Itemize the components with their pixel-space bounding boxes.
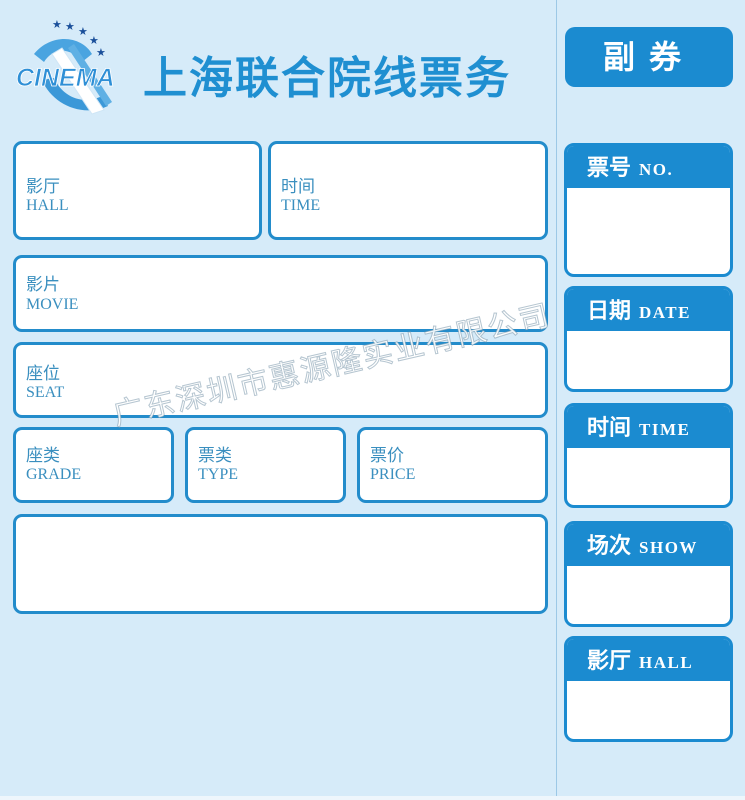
- stub-field-header: 日期 DATE: [567, 289, 730, 331]
- field-type-label-en: TYPE: [198, 466, 238, 483]
- field-hall[interactable]: 影厅 HALL: [13, 141, 262, 240]
- stub-field-time[interactable]: 时间 TIME: [564, 403, 733, 508]
- field-seat[interactable]: 座位 SEAT: [13, 342, 548, 418]
- field-seat-label-en: SEAT: [26, 384, 65, 401]
- bottom-edge: [0, 796, 745, 800]
- stub-field-show[interactable]: 场次 SHOW: [564, 521, 733, 627]
- field-type-label-zh: 票类: [198, 446, 232, 466]
- film-reel-icon: ★ ★ ★ ★ ★ CINEMA: [16, 18, 115, 115]
- logo-text: CINEMA: [16, 64, 115, 92]
- field-price[interactable]: 票价 PRICE: [357, 427, 548, 503]
- stub-label-en: SHOW: [639, 538, 698, 557]
- perforation-divider: [556, 0, 557, 800]
- stub-label-zh: 场次: [587, 533, 632, 559]
- field-movie[interactable]: 影片 MOVIE: [13, 255, 548, 332]
- star-icon: ★: [65, 20, 75, 33]
- stub-field-header: 时间 TIME: [567, 406, 730, 448]
- stub-label-en: HALL: [639, 653, 694, 672]
- star-icon: ★: [78, 25, 88, 38]
- field-movie-label-en: MOVIE: [26, 296, 79, 313]
- stub-label-zh: 时间: [587, 415, 632, 441]
- field-time-label-zh: 时间: [281, 177, 315, 197]
- field-hall-label-zh: 影厅: [26, 177, 60, 197]
- field-movie-label-zh: 影片: [26, 275, 60, 295]
- stub-label-en: TIME: [639, 420, 691, 439]
- stub-label-en: NO.: [639, 160, 674, 179]
- field-grade-label-zh: 座类: [26, 446, 60, 466]
- stub-field-no[interactable]: 票号 NO.: [564, 143, 733, 277]
- field-type[interactable]: 票类 TYPE: [185, 427, 346, 503]
- company-title: 上海联合院线票务: [143, 53, 511, 104]
- stub-label-zh: 日期: [587, 298, 632, 324]
- stub-label-zh: 票号: [587, 155, 632, 181]
- field-price-label-en: PRICE: [370, 466, 416, 483]
- field-time[interactable]: 时间 TIME: [268, 141, 548, 240]
- stub-field-header: 影厅 HALL: [567, 639, 730, 681]
- field-hall-label-en: HALL: [26, 197, 69, 214]
- stub-field-date[interactable]: 日期 DATE: [564, 286, 733, 392]
- stub-field-hall[interactable]: 影厅 HALL: [564, 636, 733, 742]
- cinema-logo: ★ ★ ★ ★ ★ CINEMA: [12, 14, 136, 124]
- star-icon: ★: [96, 46, 106, 59]
- field-time-label-en: TIME: [281, 197, 321, 214]
- stub-label-zh: 影厅: [587, 648, 632, 674]
- field-grade[interactable]: 座类 GRADE: [13, 427, 174, 503]
- stub-title: 副券: [565, 27, 733, 87]
- stub-label-en: DATE: [639, 303, 691, 322]
- stub-field-header: 场次 SHOW: [567, 524, 730, 566]
- field-grade-label-en: GRADE: [26, 466, 82, 483]
- stub-field-header: 票号 NO.: [567, 146, 730, 188]
- field-seat-label-zh: 座位: [26, 364, 60, 384]
- star-icon: ★: [52, 18, 62, 31]
- field-notes[interactable]: [13, 514, 548, 614]
- field-price-label-zh: 票价: [370, 446, 404, 466]
